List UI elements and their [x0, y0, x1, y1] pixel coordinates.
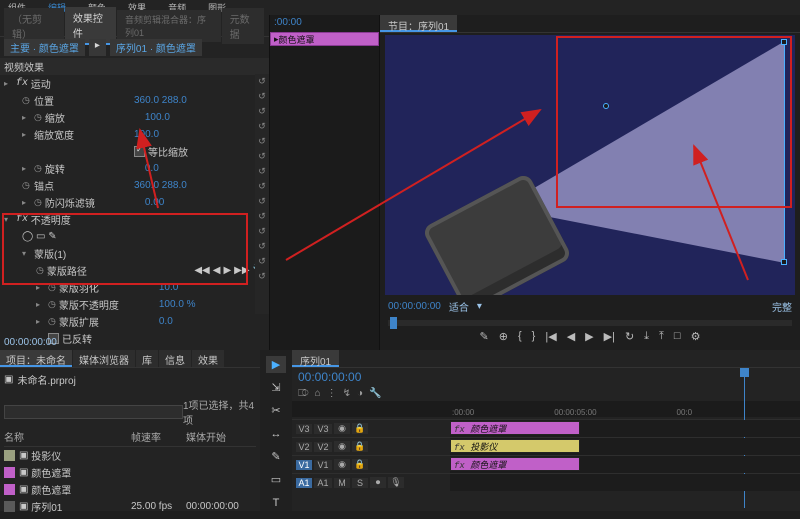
- uniform-scale-checkbox[interactable]: [134, 146, 145, 157]
- project-name: 未命名.prproj: [17, 372, 75, 387]
- program-transport: ✎ ⊕ { } |◀ ◀ ▶ ▶| ↻ ⤓ ⤒ □ ⚙: [380, 330, 800, 343]
- step-fwd-icon[interactable]: ▶|: [604, 330, 615, 343]
- program-timecode[interactable]: 00:00:00:00: [388, 301, 441, 312]
- keyframe-reset-column: ↺↺↺↺↺↺↺↺↺↺↺↺↺↺: [255, 74, 269, 314]
- zoom-fit-dropdown[interactable]: 适合: [449, 299, 469, 314]
- loop-icon[interactable]: ↻: [625, 330, 634, 343]
- program-scrubber[interactable]: [388, 320, 792, 326]
- bin-icon: ▣: [4, 374, 13, 385]
- out-point-icon[interactable]: }: [532, 330, 536, 343]
- project-panel: 项目：未命名 媒体浏览器 库 信息 效果 ▣ 未命名.prproj 1项已选择，…: [0, 350, 260, 511]
- project-item[interactable]: ▣ 颜色遮罩: [4, 481, 256, 498]
- track-select-tool-icon[interactable]: ⇲: [266, 379, 286, 396]
- fx-motion[interactable]: ▸fx 运动: [0, 75, 269, 92]
- rectangle-tool-icon[interactable]: ▭: [266, 471, 286, 488]
- slip-tool-icon[interactable]: ↔: [266, 425, 286, 442]
- pen-tool-icon[interactable]: ✎: [266, 448, 286, 465]
- video-track[interactable]: V1V1◉🔒颜色遮罩: [292, 455, 800, 473]
- step-back-icon[interactable]: ◀: [567, 330, 575, 343]
- go-in-icon[interactable]: |◀: [545, 330, 556, 343]
- timeline-tools: ⎄ ⌂ ⋮ ↯ ◑ 🔧: [292, 386, 800, 401]
- video-effects-header: 视频效果: [0, 58, 269, 75]
- annotation-box: [2, 213, 248, 285]
- resolution-dropdown[interactable]: 完整: [772, 299, 792, 314]
- search-input[interactable]: [4, 405, 183, 419]
- snap-icon[interactable]: ⎄: [298, 388, 309, 399]
- tab-sequence[interactable]: 序列01: [292, 350, 339, 367]
- tab-media-browser[interactable]: 媒体浏览器: [73, 350, 135, 367]
- selection-tool-icon[interactable]: ▶: [266, 356, 286, 373]
- annotation-box: [556, 36, 792, 208]
- video-track[interactable]: V3V3◉🔒颜色遮罩: [292, 419, 800, 437]
- sequence-timecode[interactable]: 00:00:00:00: [298, 370, 361, 384]
- project-item[interactable]: ▣ 投影仪: [4, 447, 256, 464]
- project-columns[interactable]: 名称帧速率媒体开始: [4, 427, 256, 447]
- mark-in-icon[interactable]: ✎: [480, 330, 489, 343]
- tab-info[interactable]: 信息: [159, 350, 191, 367]
- item-count: 1项已选择，共4项: [183, 397, 256, 427]
- tab-effects[interactable]: 效果: [192, 350, 224, 367]
- mini-clip[interactable]: ▸ 颜色遮罩: [270, 32, 379, 46]
- footer-timecode[interactable]: 00:00:00:00: [4, 337, 57, 348]
- insert-icon[interactable]: ↯: [343, 388, 351, 399]
- add-marker-icon[interactable]: ⊕: [499, 330, 508, 343]
- export-frame-icon[interactable]: □: [674, 330, 681, 343]
- mask-vertex[interactable]: [781, 259, 787, 265]
- settings-icon[interactable]: ⚙: [691, 330, 701, 343]
- effect-controls-timeline: :00:00 ▸ 颜色遮罩: [270, 15, 380, 350]
- tab-library[interactable]: 库: [136, 350, 158, 367]
- overwrite-icon[interactable]: ◑: [357, 388, 363, 399]
- tab-metadata[interactable]: 元数据: [222, 8, 264, 44]
- tab-project[interactable]: 项目：未命名: [0, 350, 72, 367]
- play-icon[interactable]: ▶: [585, 330, 593, 343]
- effect-controls-panel: （无剪辑） 效果控件 音频剪辑混合器：序列01 元数据 主要 · 颜色遮罩 ▸ …: [0, 15, 270, 350]
- marker-icon[interactable]: ⋮: [327, 388, 337, 399]
- in-point-icon[interactable]: {: [518, 330, 522, 343]
- project-item[interactable]: ▣ 颜色遮罩: [4, 464, 256, 481]
- extract-icon[interactable]: ⤒: [659, 330, 664, 343]
- video-track[interactable]: V2V2◉🔒投影仪: [292, 437, 800, 455]
- linked-selection-icon[interactable]: ⌂: [315, 388, 321, 399]
- tools-panel: ▶ ⇲ ✂ ↔ ✎ ▭ T: [260, 350, 292, 511]
- tab-audio-mixer[interactable]: 音频剪辑混合器：序列01: [117, 10, 221, 42]
- timeline-panel: 序列01 00:00:00:00 ⎄ ⌂ ⋮ ↯ ◑ 🔧 :00:0000:00…: [292, 350, 800, 511]
- razor-tool-icon[interactable]: ✂: [266, 402, 286, 419]
- tab-program[interactable]: 节目：序列01: [380, 15, 457, 32]
- reset-icon[interactable]: ↺: [258, 76, 266, 87]
- wrench-icon[interactable]: 🔧: [369, 388, 381, 399]
- project-item[interactable]: ▣ 序列0125.00 fps00:00:00:00: [4, 498, 256, 515]
- time-ruler[interactable]: :00:0000:00:05:0000:0: [292, 401, 800, 417]
- type-tool-icon[interactable]: T: [266, 494, 286, 511]
- lift-icon[interactable]: ⤓: [644, 330, 649, 343]
- audio-track[interactable]: A1A1MS⏺🎙: [292, 473, 800, 491]
